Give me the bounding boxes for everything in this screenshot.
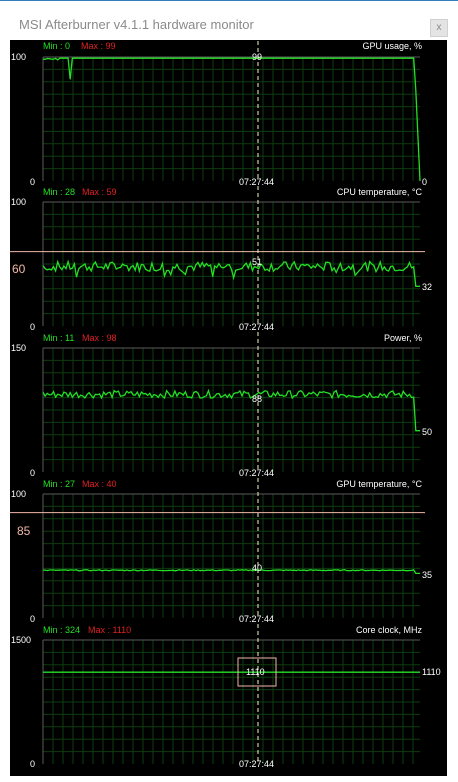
graph-cursor-value: 99: [252, 52, 263, 62]
graph-scale-max: 1500: [11, 635, 32, 645]
graph-cursor-time: 07:27:44: [239, 614, 275, 624]
monitor-graph-area[interactable]: Min : 0 Max : 99 GPU usage, % 100 0 99 0…: [10, 40, 447, 776]
graphs-canvas: [10, 41, 425, 764]
graph-current-value: 50: [422, 427, 433, 437]
graph-title: CPU temperature, °C: [336, 187, 422, 197]
graph-scale-max: 100: [11, 197, 27, 207]
graph-cursor-time: 07:27:44: [239, 759, 275, 769]
graph-cursor-value: 51: [252, 257, 263, 267]
hardware-monitor-window: MSI Afterburner v4.1.1 hardware monitor …: [0, 0, 458, 782]
graph-cursor-value: 1110: [246, 667, 265, 677]
graph-current-value: 1110: [422, 667, 441, 677]
graph-scale-min: 0: [30, 322, 36, 332]
graph-title: GPU temperature, °C: [336, 479, 422, 489]
graph-current-value: 0: [422, 177, 428, 187]
graph-max-label: Max : 40: [82, 479, 117, 489]
window-title: MSI Afterburner v4.1.1 hardware monitor: [19, 17, 254, 32]
graph-title: Power, %: [383, 333, 422, 343]
graph-scale-max: 150: [11, 343, 27, 353]
graph-title: GPU usage, %: [362, 41, 422, 51]
graph-limit-label: 60: [12, 262, 26, 276]
graph-max-label: Max : 59: [82, 187, 117, 197]
graph-scale-min: 0: [30, 177, 36, 187]
title-bar[interactable]: MSI Afterburner v4.1.1 hardware monitor …: [0, 0, 458, 40]
graph-scale-min: 0: [30, 614, 36, 624]
graph-cursor-time: 07:27:44: [239, 468, 275, 478]
graph-min-label: Min : 27: [43, 479, 76, 489]
graph-scale-max: 100: [11, 489, 27, 499]
graph-min-label: Min : 0: [43, 41, 71, 51]
graph-limit-label: 85: [17, 524, 31, 538]
graph-cursor-time: 07:27:44: [239, 177, 275, 187]
graph-max-label: Max : 98: [82, 333, 117, 343]
graph-min-label: Min : 28: [43, 187, 76, 197]
graph-current-value: 35: [422, 570, 433, 580]
close-button[interactable]: x: [430, 19, 448, 37]
graph-current-value: 32: [422, 282, 433, 292]
graph-min-label: Min : 324: [43, 625, 81, 635]
graph-max-label: Max : 99: [81, 41, 116, 51]
graph-scale-max: 100: [11, 52, 27, 62]
graph-title: Core clock, MHz: [355, 625, 422, 635]
graph-cursor-time: 07:27:44: [239, 322, 275, 332]
graph-min-label: Min : 11: [43, 333, 75, 343]
graph-scale-min: 0: [30, 759, 36, 769]
graph-max-label: Max : 1110: [88, 625, 132, 635]
graph-scale-min: 0: [30, 468, 36, 478]
graph-cursor-value: 88: [252, 394, 263, 404]
graph-cursor-value: 40: [252, 563, 263, 573]
